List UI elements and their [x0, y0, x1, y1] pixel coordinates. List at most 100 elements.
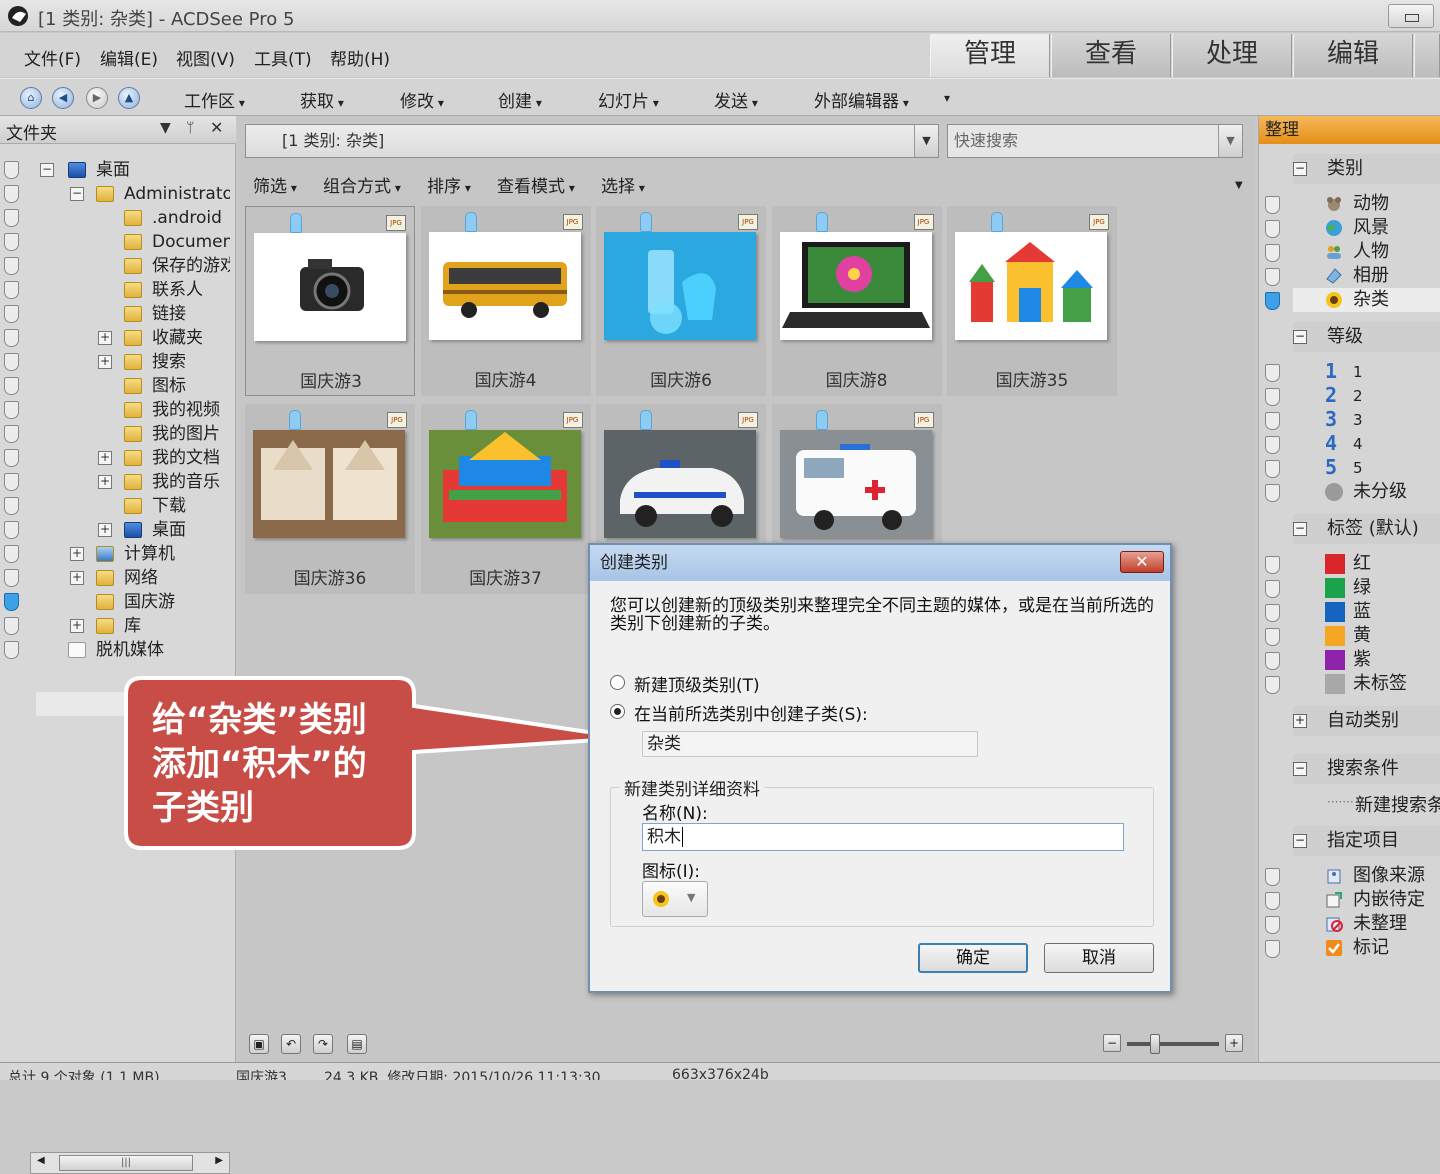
- quick-search-input[interactable]: 快速搜索 ▼: [947, 124, 1243, 158]
- folder-pin[interactable]: [4, 377, 19, 395]
- collapse-icon[interactable]: −: [40, 163, 54, 177]
- expand-icon[interactable]: +: [98, 355, 112, 369]
- category-pin-active[interactable]: [1265, 292, 1280, 310]
- mode-tab-edit[interactable]: 编辑: [1293, 34, 1413, 77]
- section-ratings[interactable]: − 等级: [1293, 322, 1440, 352]
- icon-picker-dropdown[interactable]: ▼: [642, 881, 708, 917]
- folder-tree-item[interactable]: 保存的游戏: [152, 254, 230, 278]
- mode-tab-manage[interactable]: 管理: [930, 34, 1050, 77]
- rating-pin[interactable]: [1265, 436, 1280, 454]
- folder-tree-item[interactable]: 库: [124, 614, 141, 638]
- folder-pin[interactable]: [4, 569, 19, 587]
- rating-pin[interactable]: [1265, 484, 1280, 502]
- folder-tree-item[interactable]: 我的图片: [152, 422, 220, 446]
- thumbnail-item[interactable]: JPG 国庆游36: [245, 404, 415, 594]
- category-pin[interactable]: [1265, 268, 1280, 286]
- folder-tree-item[interactable]: 我的视频: [152, 398, 220, 422]
- label-pin[interactable]: [1265, 556, 1280, 574]
- expand-icon[interactable]: +: [1293, 714, 1307, 728]
- folder-pin[interactable]: [4, 401, 19, 419]
- folder-tree-item[interactable]: 脱机媒体: [96, 638, 164, 662]
- folder-tree-item[interactable]: .android: [152, 206, 222, 230]
- toolbar-overflow-icon[interactable]: ▾: [944, 91, 950, 105]
- label-pin[interactable]: [1265, 652, 1280, 670]
- back-icon[interactable]: ◀: [52, 87, 74, 109]
- mode-tab-develop[interactable]: 处理: [1172, 34, 1292, 77]
- rotate-preview-icon[interactable]: ▣: [249, 1034, 269, 1054]
- folder-pin[interactable]: [4, 161, 19, 179]
- category-pin[interactable]: [1265, 244, 1280, 262]
- thumbnail-item[interactable]: JPG 国庆游3: [245, 206, 415, 396]
- expand-icon[interactable]: +: [70, 619, 84, 633]
- label-pin[interactable]: [1265, 628, 1280, 646]
- collapse-icon[interactable]: −: [1293, 762, 1307, 776]
- folder-pin[interactable]: [4, 233, 19, 251]
- folder-tree-item[interactable]: 计算机: [124, 542, 175, 566]
- thumbnail-item[interactable]: JPG 国庆游8: [771, 206, 942, 396]
- toolbar-import[interactable]: 获取: [300, 87, 344, 112]
- zoom-in-icon[interactable]: +: [1225, 1034, 1243, 1052]
- rotate-right-icon[interactable]: ↷: [313, 1034, 333, 1054]
- expand-icon[interactable]: +: [98, 523, 112, 537]
- section-special-items[interactable]: − 指定项目: [1293, 826, 1440, 856]
- folder-pin[interactable]: [4, 641, 19, 659]
- rating-pin[interactable]: [1265, 364, 1280, 382]
- rating-pin[interactable]: [1265, 412, 1280, 430]
- menu-file[interactable]: 文件(F): [24, 45, 81, 70]
- expand-icon[interactable]: +: [98, 451, 112, 465]
- folder-tree-item[interactable]: 收藏夹: [152, 326, 203, 350]
- thumbnail-size-slider[interactable]: [1127, 1042, 1219, 1046]
- folder-tree-item[interactable]: 网络: [124, 566, 158, 590]
- rating-pin[interactable]: [1265, 388, 1280, 406]
- category-pin[interactable]: [1265, 220, 1280, 238]
- folder-pin[interactable]: [4, 545, 19, 563]
- collapse-icon[interactable]: −: [1293, 330, 1307, 344]
- category-name-input[interactable]: 积木: [642, 823, 1124, 851]
- thumbnail-item[interactable]: JPG 国庆游35: [947, 206, 1117, 396]
- folder-tree-item[interactable]: 我的文档: [152, 446, 220, 470]
- collapse-icon[interactable]: −: [1293, 834, 1307, 848]
- section-labels[interactable]: − 标签 (默认): [1293, 514, 1440, 544]
- mode-tab-overflow[interactable]: [1414, 34, 1440, 77]
- thumbnail-item[interactable]: JPG 国庆游4: [420, 206, 591, 396]
- scroll-thumb[interactable]: |||: [59, 1155, 193, 1171]
- section-auto-categories[interactable]: + 自动类别: [1293, 706, 1440, 736]
- toolbar-send[interactable]: 发送: [714, 87, 758, 112]
- collapse-icon[interactable]: −: [1293, 522, 1307, 536]
- folder-tree-item[interactable]: 桌面: [96, 158, 130, 182]
- folder-tree-item[interactable]: 图标: [152, 374, 186, 398]
- toolbar-slideshow[interactable]: 幻灯片: [598, 87, 659, 112]
- path-combobox[interactable]: [1 类别: 杂类] ▼: [245, 124, 939, 158]
- menu-tools[interactable]: 工具(T): [254, 45, 312, 70]
- section-categories[interactable]: − 类别: [1293, 154, 1440, 184]
- thumbnail-item[interactable]: JPG 国庆游6: [596, 206, 766, 396]
- folder-pin[interactable]: [4, 497, 19, 515]
- folder-pin[interactable]: [4, 329, 19, 347]
- mode-tab-view[interactable]: 查看: [1051, 34, 1171, 77]
- folder-pin[interactable]: [4, 521, 19, 539]
- folder-tree-item[interactable]: 桌面: [152, 518, 186, 542]
- folder-pin[interactable]: [4, 257, 19, 275]
- folder-pin[interactable]: [4, 185, 19, 203]
- dialog-close-button[interactable]: ✕: [1120, 551, 1164, 573]
- pin-panel-icon[interactable]: ᛘ: [186, 120, 194, 136]
- panel-menu-icon[interactable]: ▼: [160, 120, 171, 136]
- folder-pin[interactable]: [4, 473, 19, 491]
- quick-search-dropdown-icon[interactable]: ▼: [1218, 125, 1242, 157]
- section-saved-searches[interactable]: − 搜索条件: [1293, 754, 1440, 784]
- menu-help[interactable]: 帮助(H): [330, 45, 390, 70]
- home-icon[interactable]: ⌂: [20, 87, 42, 109]
- folder-pin[interactable]: [4, 449, 19, 467]
- collapse-icon[interactable]: −: [70, 187, 84, 201]
- folder-pin[interactable]: [4, 281, 19, 299]
- expand-icon[interactable]: +: [70, 547, 84, 561]
- folder-pin[interactable]: [4, 617, 19, 635]
- expand-icon[interactable]: +: [98, 475, 112, 489]
- select-menu[interactable]: 选择: [601, 172, 645, 197]
- view-mode-menu[interactable]: 查看模式: [497, 172, 575, 197]
- folder-pin[interactable]: [4, 425, 19, 443]
- folder-pin[interactable]: [4, 353, 19, 371]
- cancel-button[interactable]: 取消: [1044, 943, 1154, 973]
- folder-tree-item[interactable]: Administrator: [124, 182, 230, 206]
- folder-tree-item[interactable]: 国庆游: [124, 590, 175, 614]
